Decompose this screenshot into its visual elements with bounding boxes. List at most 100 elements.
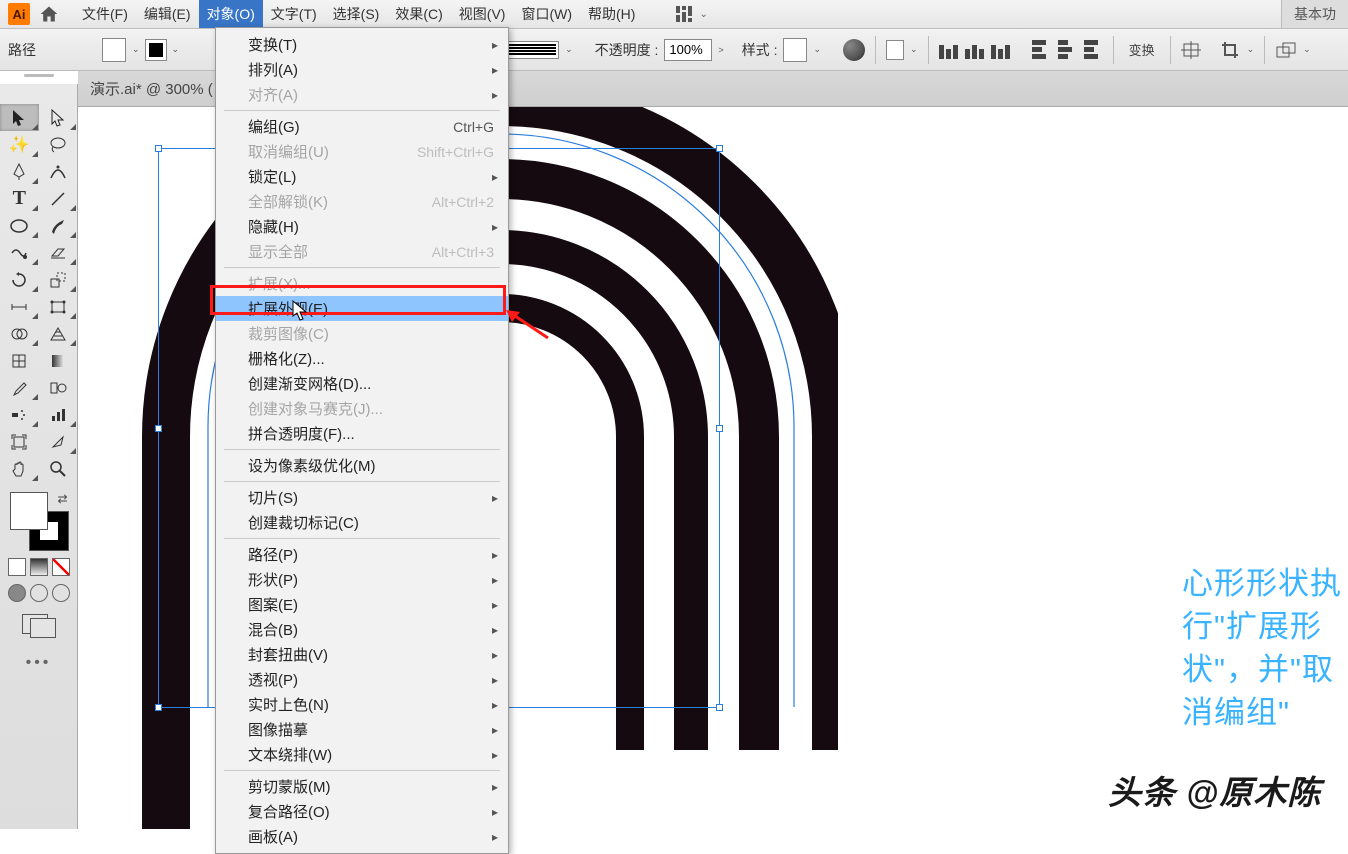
align-left-icon[interactable] [939, 41, 959, 59]
document-tab[interactable]: 演示.ai* @ 300% ( [90, 78, 213, 99]
menu-item[interactable]: 创建渐变网格(D)... [216, 371, 508, 396]
grid-icon[interactable] [675, 5, 693, 23]
align-right-icon[interactable] [991, 41, 1011, 59]
isolate-icon[interactable] [1181, 41, 1201, 59]
style-caret-icon[interactable]: ⌄ [813, 44, 821, 55]
draw-inside-icon[interactable] [52, 584, 70, 602]
artboard-tool[interactable] [0, 428, 39, 455]
menu-item[interactable]: 扩展外观(E) [216, 296, 508, 321]
menu-help[interactable]: 帮助(H) [580, 0, 643, 28]
lasso-tool[interactable] [39, 131, 78, 158]
stroke-profile-caret-icon[interactable]: ⌄ [565, 44, 573, 55]
doc-caret-icon[interactable]: ⌄ [910, 44, 918, 55]
eraser-tool[interactable] [39, 239, 78, 266]
arrange-icon[interactable] [1275, 41, 1297, 59]
align-middle-icon[interactable] [1058, 40, 1076, 60]
zoom-tool[interactable] [39, 455, 78, 482]
menu-item[interactable]: 封套扭曲(V) [216, 642, 508, 667]
menu-item[interactable]: 复合路径(O) [216, 799, 508, 824]
menu-type[interactable]: 文字(T) [263, 0, 325, 28]
line-tool[interactable] [39, 185, 78, 212]
opacity-caret-icon[interactable]: > [718, 45, 723, 55]
menu-file[interactable]: 文件(F) [74, 0, 136, 28]
workspace-caret-icon[interactable]: ⌄ [699, 9, 707, 20]
menu-window[interactable]: 窗口(W) [513, 0, 580, 28]
fill-caret-icon[interactable]: ⌄ [132, 44, 140, 55]
menu-item[interactable]: 切片(S) [216, 485, 508, 510]
selection-tool[interactable] [0, 104, 39, 131]
selection-handle[interactable] [155, 704, 162, 711]
screen-mode-icon[interactable] [22, 614, 56, 638]
fill-swatch[interactable] [102, 38, 126, 62]
shaper-tool[interactable] [0, 239, 39, 266]
pen-tool[interactable] [0, 158, 39, 185]
menu-edit[interactable]: 编辑(E) [136, 0, 199, 28]
fill-box[interactable] [10, 492, 48, 530]
menu-item[interactable]: 排列(A) [216, 57, 508, 82]
align-top-icon[interactable] [1032, 40, 1050, 60]
menu-item[interactable]: 透视(P) [216, 667, 508, 692]
menu-view[interactable]: 视图(V) [451, 0, 514, 28]
style-swatch[interactable] [783, 38, 807, 62]
menu-item[interactable]: 图案(E) [216, 592, 508, 617]
eyedropper-tool[interactable] [0, 374, 39, 401]
recolor-icon[interactable] [843, 39, 865, 61]
mesh-tool[interactable] [0, 347, 39, 374]
rotate-tool[interactable] [0, 266, 39, 293]
menu-item[interactable]: 隐藏(H) [216, 214, 508, 239]
selection-handle[interactable] [716, 145, 723, 152]
width-tool[interactable] [0, 293, 39, 320]
document-setup-icon[interactable] [886, 40, 904, 60]
menu-item[interactable]: 锁定(L) [216, 164, 508, 189]
paintbrush-tool[interactable] [39, 212, 78, 239]
selection-handle[interactable] [716, 704, 723, 711]
menu-item[interactable]: 变换(T) [216, 32, 508, 57]
align-center-icon[interactable] [965, 41, 985, 59]
ellipse-tool[interactable] [0, 212, 39, 239]
slice-tool[interactable] [39, 428, 78, 455]
draw-behind-icon[interactable] [30, 584, 48, 602]
selection-handle[interactable] [155, 145, 162, 152]
workspace-label[interactable]: 基本功 [1281, 0, 1348, 28]
draw-normal-icon[interactable] [8, 584, 26, 602]
menu-item[interactable]: 路径(P) [216, 542, 508, 567]
stroke-swatch[interactable] [146, 40, 166, 60]
gradient-mode-icon[interactable] [30, 558, 48, 576]
type-tool[interactable]: T [0, 185, 39, 212]
menu-item[interactable]: 编组(G)Ctrl+G [216, 114, 508, 139]
menu-object[interactable]: 对象(O) [199, 0, 263, 28]
symbol-sprayer-tool[interactable] [0, 401, 39, 428]
arrange-caret-icon[interactable]: ⌄ [1303, 44, 1311, 55]
gradient-tool[interactable] [39, 347, 78, 374]
scale-tool[interactable] [39, 266, 78, 293]
menu-select[interactable]: 选择(S) [325, 0, 388, 28]
curvature-tool[interactable] [39, 158, 78, 185]
color-mode-icon[interactable] [8, 558, 26, 576]
align-bottom-icon[interactable] [1084, 40, 1102, 60]
opacity-input[interactable] [664, 39, 712, 61]
shape-builder-tool[interactable] [0, 320, 39, 347]
crop-icon[interactable] [1221, 41, 1241, 59]
menu-item[interactable]: 设为像素级优化(M) [216, 453, 508, 478]
none-mode-icon[interactable] [52, 558, 70, 576]
perspective-tool[interactable] [39, 320, 78, 347]
menu-item[interactable]: 实时上色(N) [216, 692, 508, 717]
menu-item[interactable]: 创建裁切标记(C) [216, 510, 508, 535]
transform-button[interactable]: 变换 [1124, 37, 1160, 62]
panel-drag-handle[interactable] [4, 74, 74, 80]
edit-toolbar-icon[interactable]: ••• [0, 654, 77, 672]
menu-item[interactable]: 拼合透明度(F)... [216, 421, 508, 446]
swap-fill-stroke-icon[interactable]: ⇄ [57, 492, 67, 506]
magic-wand-tool[interactable]: ✨ [0, 131, 39, 158]
free-transform-tool[interactable] [39, 293, 78, 320]
selection-handle[interactable] [716, 425, 723, 432]
menu-effect[interactable]: 效果(C) [387, 0, 450, 28]
crop-caret-icon[interactable]: ⌄ [1247, 44, 1255, 55]
menu-item[interactable]: 形状(P) [216, 567, 508, 592]
selection-handle[interactable] [155, 425, 162, 432]
home-icon[interactable] [38, 4, 60, 24]
menu-item[interactable]: 栅格化(Z)... [216, 346, 508, 371]
menu-item[interactable]: 剪切蒙版(M) [216, 774, 508, 799]
blend-tool[interactable] [39, 374, 78, 401]
fill-stroke-control[interactable]: ⇄ [10, 492, 68, 550]
